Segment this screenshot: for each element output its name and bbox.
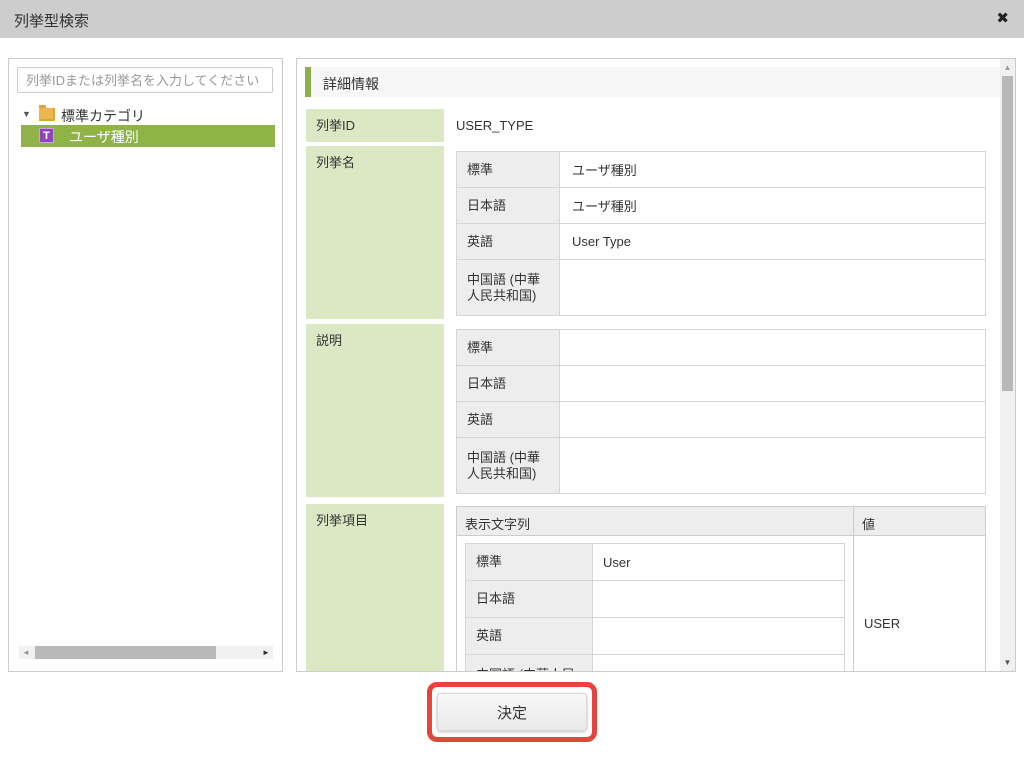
table-row: 中国語 (中華人民共和国) — [457, 260, 986, 316]
lang-value: User — [593, 544, 845, 581]
table-row: 日本語 — [466, 581, 845, 618]
close-icon[interactable]: ✖ — [996, 9, 1009, 27]
lang-label: 標準 — [457, 330, 560, 366]
lang-label: 中国語 (中華人民共和国) — [466, 655, 593, 673]
enum-item-display-table: 標準 User 日本語 英語 中国語 (中華人民共和国) — [465, 543, 845, 672]
enum-items-body: 標準 User 日本語 英語 中国語 (中華人民共和国) USER — [456, 536, 986, 672]
folder-icon — [39, 108, 55, 121]
field-label-enum-items: 列挙項目 — [306, 504, 444, 672]
lang-value — [560, 366, 986, 402]
scroll-left-icon[interactable]: ◄ — [19, 646, 33, 659]
table-row: 中国語 (中華人民共和国) — [466, 655, 845, 673]
chevron-down-icon[interactable]: ▼ — [22, 109, 31, 119]
type-icon: T — [39, 128, 54, 143]
table-row: 標準 ユーザ種別 — [457, 152, 986, 188]
table-row: 標準 — [457, 330, 986, 366]
table-row: 日本語 — [457, 366, 986, 402]
enum-items-header: 表示文字列 値 — [456, 506, 986, 536]
accent-bar — [305, 67, 311, 97]
vertical-scrollbar-thumb[interactable] — [1002, 76, 1013, 391]
scroll-right-icon[interactable]: ► — [259, 646, 273, 659]
lang-value — [560, 438, 986, 494]
tree-node-label: ユーザ種別 — [69, 127, 139, 147]
lang-value: User Type — [560, 224, 986, 260]
table-row: 標準 User — [466, 544, 845, 581]
lang-value — [560, 260, 986, 316]
lang-value — [560, 402, 986, 438]
column-divider — [853, 536, 854, 672]
lang-label: 標準 — [457, 152, 560, 188]
horizontal-scrollbar-thumb[interactable] — [35, 646, 216, 659]
lang-label: 英語 — [457, 224, 560, 260]
table-row: 英語 User Type — [457, 224, 986, 260]
lang-label: 標準 — [466, 544, 593, 581]
tree-node-enum-selected[interactable]: T ユーザ種別 — [21, 125, 275, 147]
lang-label: 中国語 (中華人民共和国) — [457, 260, 560, 316]
category-tree-panel: ▼ 標準カテゴリ T ユーザ種別 ◄ ► — [8, 58, 283, 672]
lang-value: ユーザ種別 — [560, 188, 986, 224]
field-label-enum-name: 列挙名 — [306, 146, 444, 319]
lang-label: 日本語 — [457, 366, 560, 402]
horizontal-scrollbar[interactable]: ◄ ► — [19, 646, 273, 659]
tree-node-label: 標準カテゴリ — [61, 106, 145, 126]
annotation-highlight: 決定 — [427, 682, 597, 742]
table-row: 日本語 ユーザ種別 — [457, 188, 986, 224]
lang-value — [560, 330, 986, 366]
lang-label: 中国語 (中華人民共和国) — [457, 438, 560, 494]
lang-label: 英語 — [466, 618, 593, 655]
scroll-up-icon[interactable]: ▲ — [1000, 63, 1015, 72]
scroll-down-icon[interactable]: ▼ — [1000, 658, 1015, 667]
enum-item-value: USER — [864, 616, 900, 631]
table-row: 英語 — [457, 402, 986, 438]
tree-node-category[interactable]: ▼ 標準カテゴリ — [9, 105, 282, 126]
detail-header: 詳細情報 — [305, 67, 1007, 97]
detail-panel: 詳細情報 列挙ID USER_TYPE 列挙名 標準 ユーザ種別 日本語 ユーザ… — [296, 58, 1016, 672]
detail-header-title: 詳細情報 — [323, 74, 379, 94]
lang-label: 英語 — [457, 402, 560, 438]
column-header-value: 値 — [862, 514, 875, 533]
vertical-scrollbar[interactable]: ▲ ▼ — [1000, 59, 1015, 671]
lang-value — [593, 618, 845, 655]
table-row: 中国語 (中華人民共和国) — [457, 438, 986, 494]
lang-label: 日本語 — [457, 188, 560, 224]
lang-value — [593, 581, 845, 618]
table-row: 英語 — [466, 618, 845, 655]
dialog-titlebar: 列挙型検索 ✖ — [0, 0, 1024, 38]
confirm-button[interactable]: 決定 — [437, 693, 587, 731]
lang-value — [593, 655, 845, 673]
lang-label: 日本語 — [466, 581, 593, 618]
enum-name-table: 標準 ユーザ種別 日本語 ユーザ種別 英語 User Type 中国語 (中華人… — [456, 151, 986, 316]
dialog-title: 列挙型検索 — [14, 10, 89, 31]
enum-id-value: USER_TYPE — [456, 109, 533, 142]
lang-value: ユーザ種別 — [560, 152, 986, 188]
field-label-enum-id: 列挙ID — [306, 109, 444, 142]
description-table: 標準 日本語 英語 中国語 (中華人民共和国) — [456, 329, 986, 494]
field-label-description: 説明 — [306, 324, 444, 497]
column-header-display: 表示文字列 — [465, 514, 530, 533]
search-input[interactable] — [17, 67, 273, 93]
